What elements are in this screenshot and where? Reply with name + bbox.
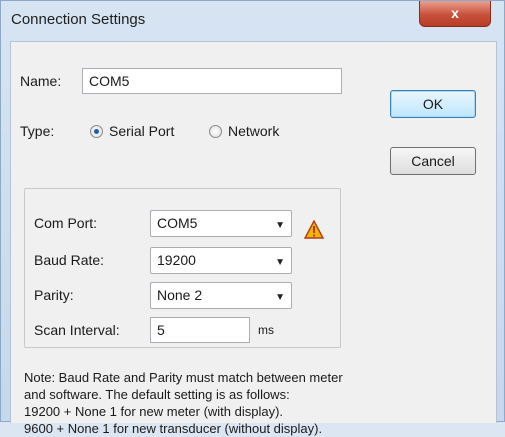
- chevron-down-icon: ▼: [275, 220, 285, 231]
- com-port-value: COM5: [157, 215, 198, 231]
- com-port-label: Com Port:: [34, 215, 98, 231]
- chevron-down-icon: ▼: [275, 292, 285, 303]
- serial-port-label[interactable]: Serial Port: [109, 123, 174, 139]
- parity-label: Parity:: [34, 287, 74, 303]
- window-title: Connection Settings: [11, 11, 146, 28]
- note-line: Note: Baud Rate and Parity must match be…: [24, 370, 343, 385]
- note-line: 19200 + None 1 for new meter (with displ…: [24, 404, 284, 419]
- warning-icon[interactable]: [304, 220, 324, 240]
- baud-rate-value: 19200: [157, 252, 196, 268]
- type-label: Type:: [20, 123, 55, 139]
- chevron-down-icon: ▼: [275, 257, 285, 268]
- cancel-button[interactable]: Cancel: [390, 147, 476, 175]
- dialog-body: Name: COM5 Type: Serial Port Network OK …: [10, 41, 497, 436]
- scan-interval-label: Scan Interval:: [34, 322, 120, 338]
- title-bar[interactable]: Connection Settings x: [1, 1, 505, 35]
- ok-button[interactable]: OK: [390, 90, 476, 118]
- network-radio[interactable]: [209, 125, 222, 138]
- note-line: and software. The default setting is as …: [24, 387, 290, 402]
- name-label: Name:: [20, 73, 62, 89]
- note-text: Note: Baud Rate and Parity must match be…: [24, 369, 343, 437]
- scan-interval-unit: ms: [258, 323, 274, 337]
- com-port-select[interactable]: COM5 ▼: [150, 210, 292, 237]
- close-button[interactable]: x: [419, 1, 491, 27]
- network-label[interactable]: Network: [228, 123, 279, 139]
- scan-interval-input[interactable]: 5: [150, 317, 250, 343]
- connection-settings-window: Connection Settings x Name: COM5 Type: S…: [0, 0, 505, 436]
- parity-value: None 2: [157, 287, 203, 303]
- name-input[interactable]: COM5: [82, 68, 342, 94]
- baud-rate-select[interactable]: 19200 ▼: [150, 247, 292, 274]
- note-line: 9600 + None 1 for new transducer (withou…: [24, 421, 323, 436]
- parity-select[interactable]: None 2 ▼: [150, 282, 292, 309]
- baud-rate-label: Baud Rate:: [34, 252, 105, 268]
- serial-port-radio[interactable]: [90, 125, 103, 138]
